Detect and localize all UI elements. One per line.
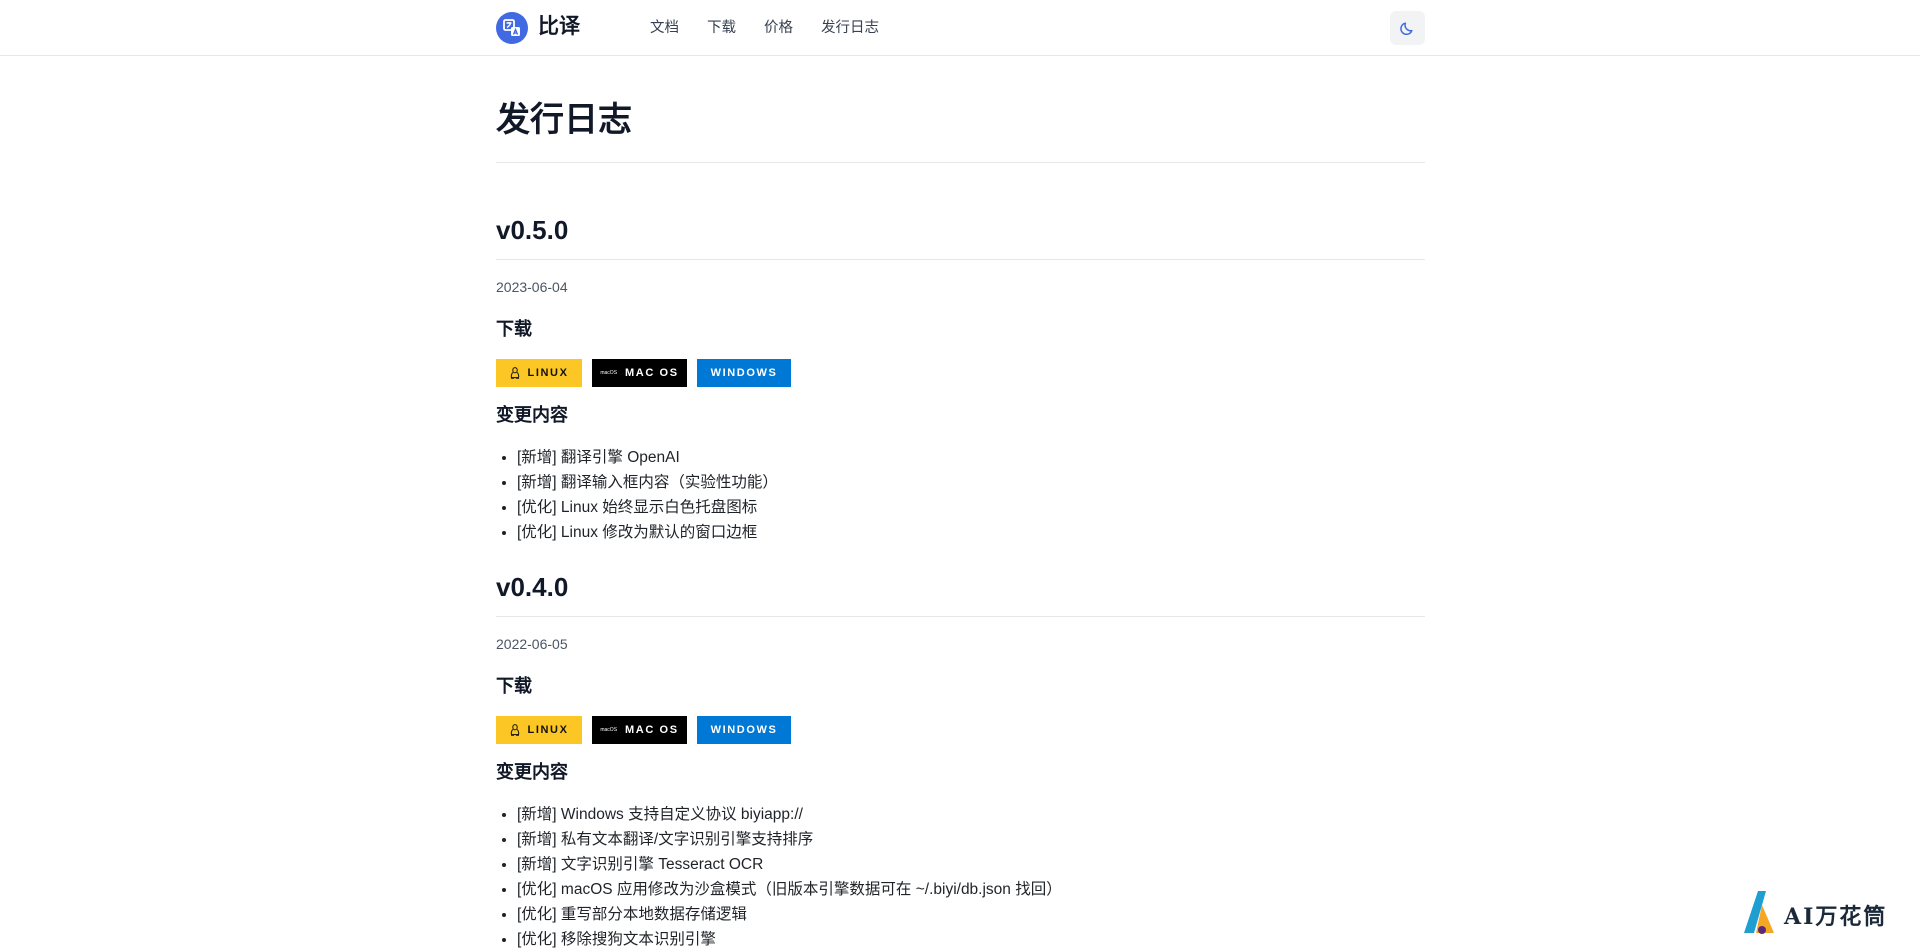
macos-logo-text: macOS <box>600 370 618 376</box>
logo[interactable] <box>496 12 528 44</box>
list-item: [新增] 翻译引擎 OpenAI <box>517 445 1425 470</box>
release-section: v0.4.0 2022-06-05 下载 LINUX macOS MAC OS … <box>496 569 1425 952</box>
list-item: [优化] Linux 修改为默认的窗口边框 <box>517 520 1425 545</box>
windows-badge-label: WINDOWS <box>710 367 778 379</box>
theme-toggle-button[interactable] <box>1390 11 1425 45</box>
page-title: 发行日志 <box>496 101 632 139</box>
nav-changelog[interactable]: 发行日志 <box>821 18 879 38</box>
divider <box>496 616 1425 617</box>
list-item: [优化] 重写部分本地数据存储逻辑 <box>517 902 1425 927</box>
divider <box>496 162 1425 163</box>
release-date: 2022-06-05 <box>496 636 568 652</box>
macos-logo-text: macOS <box>600 727 618 733</box>
changes-list: [新增] Windows 支持自定义协议 biyiapp:// [新增] 私有文… <box>496 802 1425 952</box>
linux-download-badge[interactable]: LINUX <box>496 359 582 387</box>
translate-icon <box>503 19 520 36</box>
version-heading: v0.4.0 <box>496 572 569 602</box>
nav-docs[interactable]: 文档 <box>650 18 679 38</box>
changes-list: [新增] 翻译引擎 OpenAI [新增] 翻译输入框内容（实验性功能） [优化… <box>496 445 1425 545</box>
tux-icon <box>510 367 519 379</box>
tux-icon <box>510 724 519 736</box>
download-heading: 下载 <box>496 319 532 339</box>
moon-icon <box>1399 22 1413 35</box>
watermark: AI万花筒 <box>1740 887 1910 937</box>
download-heading: 下载 <box>496 676 532 696</box>
macos-download-badge[interactable]: macOS MAC OS <box>592 716 687 744</box>
windows-download-badge[interactable]: WINDOWS <box>697 359 791 387</box>
mac-badge-label: MAC OS <box>625 724 679 736</box>
list-item: [优化] 移除搜狗文本识别引擎 <box>517 927 1425 952</box>
brand-name[interactable]: 比译 <box>538 13 580 41</box>
list-item: [新增] Windows 支持自定义协议 biyiapp:// <box>517 802 1425 827</box>
list-item: [新增] 文字识别引擎 Tesseract OCR <box>517 852 1425 877</box>
windows-badge-label: WINDOWS <box>710 724 778 736</box>
watermark-text: AI万花筒 <box>1784 904 1888 930</box>
list-item: [新增] 私有文本翻译/文字识别引擎支持排序 <box>517 827 1425 852</box>
linux-badge-label: LINUX <box>527 724 569 736</box>
changes-heading: 变更内容 <box>496 762 568 782</box>
download-badges: LINUX macOS MAC OS WINDOWS <box>496 359 1425 387</box>
macos-download-badge[interactable]: macOS MAC OS <box>592 359 687 387</box>
list-item: [新增] 翻译输入框内容（实验性功能） <box>517 470 1425 495</box>
changelog-main: 发行日志 v0.5.0 2023-06-04 下载 LINUX macOS MA… <box>496 56 1425 952</box>
linux-badge-label: LINUX <box>527 367 569 379</box>
changes-heading: 变更内容 <box>496 405 568 425</box>
release-section: v0.5.0 2023-06-04 下载 LINUX macOS MAC OS … <box>496 212 1425 545</box>
list-item: [优化] Linux 始终显示白色托盘图标 <box>517 495 1425 520</box>
divider <box>496 259 1425 260</box>
linux-download-badge[interactable]: LINUX <box>496 716 582 744</box>
nav-pricing[interactable]: 价格 <box>764 18 793 38</box>
mac-badge-label: MAC OS <box>625 367 679 379</box>
windows-download-badge[interactable]: WINDOWS <box>697 716 791 744</box>
list-item: [优化] macOS 应用修改为沙盒模式（旧版本引擎数据可在 ~/.biyi/d… <box>517 877 1425 902</box>
release-date: 2023-06-04 <box>496 279 568 295</box>
nav-download[interactable]: 下载 <box>707 18 736 38</box>
top-navbar: 比译 文档 下载 价格 发行日志 <box>0 0 1920 56</box>
watermark-logo-icon <box>1744 891 1774 934</box>
download-badges: LINUX macOS MAC OS WINDOWS <box>496 716 1425 744</box>
version-heading: v0.5.0 <box>496 215 569 245</box>
